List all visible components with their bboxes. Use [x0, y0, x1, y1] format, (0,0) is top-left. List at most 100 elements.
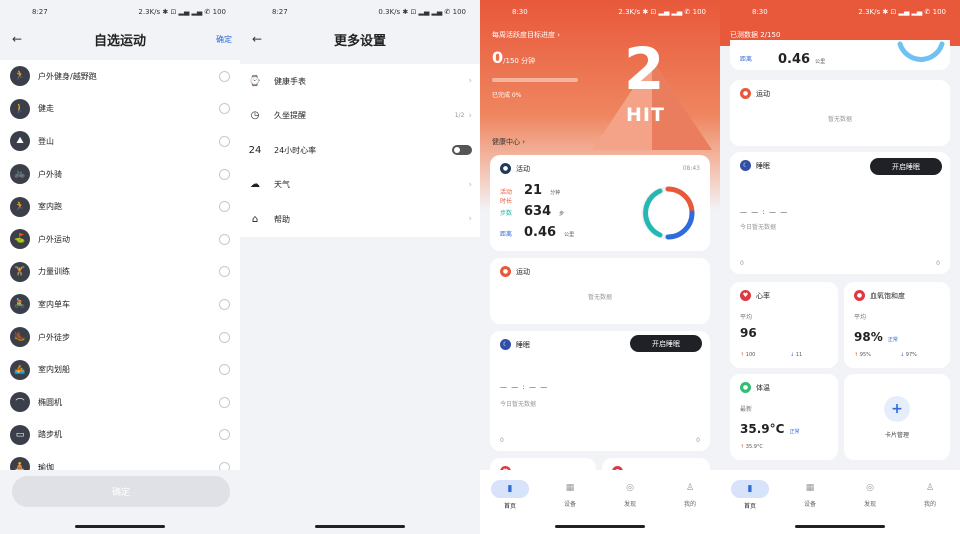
distance-label: 距离 [740, 56, 753, 63]
settings-item[interactable]: ⌂ 帮助 › [240, 202, 480, 237]
sport-list-item[interactable]: ⌒ 椭圆机 [0, 386, 240, 419]
sport-list-item[interactable]: ▭ 踏步机 [0, 419, 240, 452]
plus-icon[interactable]: + [884, 396, 910, 422]
tab-label: 首页 [743, 503, 756, 510]
empty-text: 暂无数据 [827, 116, 852, 123]
back-arrow-icon[interactable]: ← [252, 32, 262, 46]
tab-home[interactable]: ▮ 首页 [490, 480, 530, 510]
sport-list-item[interactable]: 🚶 健走 [0, 93, 240, 126]
goal-value: 0/150 分钟 [492, 48, 536, 67]
sport-card[interactable]: ● 运动 暂无数据 [490, 258, 710, 324]
select-radio[interactable] [219, 364, 230, 376]
select-radio[interactable] [219, 266, 230, 278]
goal-title[interactable]: 每周活跃度目标进度 › [492, 30, 560, 40]
settings-list: ⌚ 健康手表 › ◷ 久坐提醒 1/2 › 24 24小时心率 ☁ 天气 › ⌂ 帮助 › [240, 64, 480, 237]
activity-card-partial[interactable]: 距离 0.46 公里 [730, 40, 950, 70]
tab-discover[interactable]: ◎ 发现 [610, 480, 650, 508]
start-sleep-button[interactable]: 开启睡眠 [870, 158, 942, 175]
settings-item[interactable]: ⌚ 健康手表 › [240, 64, 480, 99]
sleep-card[interactable]: ☾ 睡眠 开启睡眠 — — : — — 今日暂无数据 0 0 [730, 152, 950, 274]
distance-value: 0.46 [778, 52, 811, 67]
sport-list-item[interactable]: ⛰ 登山 [0, 125, 240, 158]
device-tab-icon: ▦ [805, 483, 815, 493]
tab-profile[interactable]: ♙ 我的 [670, 480, 710, 508]
select-radio[interactable] [219, 135, 230, 147]
sport-list-item[interactable]: 🥾 户外徒步 [0, 321, 240, 354]
settings-label: 久坐提醒 [274, 111, 306, 121]
sleep-card[interactable]: ☾ 睡眠 开启睡眠 — — : — — 今日暂无数据 0 0 [490, 331, 710, 451]
select-radio[interactable] [219, 168, 230, 180]
home-indicator[interactable] [795, 525, 885, 528]
select-radio[interactable] [219, 233, 230, 245]
temperature-value: 35.9°C [740, 422, 785, 436]
watch-icon: ⌚ [248, 75, 262, 87]
goal-subtitle: 已完成 0% [492, 92, 522, 99]
sport-list-item[interactable]: ⛳ 户外运动 [0, 223, 240, 256]
tab-discover[interactable]: ◎ 发现 [850, 480, 890, 508]
settings-item[interactable]: 24 24小时心率 [240, 133, 480, 168]
select-radio[interactable] [219, 298, 230, 310]
sleep-icon: ☾ [740, 160, 751, 171]
spo2-card[interactable]: ● 血氧饱和度 平均 98% 正常 ↑ 95% ↓ 97% [844, 282, 950, 368]
sport-name: 力量训练 [38, 267, 70, 277]
tab-device[interactable]: ▦ 设备 [790, 480, 830, 508]
activity-stat-row: 距离 0.46 公里 [500, 225, 574, 240]
metric-label: 平均 [740, 314, 753, 321]
start-sleep-button[interactable]: 开启睡眠 [630, 335, 702, 352]
profile-tab-icon: ♙ [925, 483, 935, 493]
sport-list-item[interactable]: 🏃 室内跑 [0, 190, 240, 223]
manage-cards-card[interactable]: + 卡片管理 [844, 374, 950, 460]
select-radio[interactable] [219, 103, 230, 115]
status-bar: 8:27 0.3K/s ✱ ⊡ ▂▄ ▂▄ ✆ 100 [240, 0, 480, 24]
tab-label: 发现 [863, 501, 876, 508]
status-time: 8:27 [32, 8, 48, 16]
heart-rate-card[interactable]: ♥ 心率 平均 96 ↑ 100 ↓ 11 [730, 282, 838, 368]
tab-profile[interactable]: ♙ 我的 [910, 480, 950, 508]
sport-name: 室内跑 [38, 202, 62, 212]
status-time: 8:30 [512, 8, 528, 16]
card-title: 体温 [756, 383, 770, 392]
select-radio[interactable] [219, 396, 230, 408]
status-indicators: 2.3K/s ✱ ⊡ ▂▄ ▂▄ ✆ 100 [858, 8, 946, 16]
confirm-button[interactable]: 确定 [12, 476, 230, 507]
sleep-duration: — — : — — [500, 383, 549, 391]
tab-label: 设备 [803, 501, 816, 508]
sport-name: 健走 [38, 104, 54, 114]
home-indicator[interactable] [555, 525, 645, 528]
elliptical-icon: ⌒ [10, 392, 30, 413]
more-settings-screen: 8:27 0.3K/s ✱ ⊡ ▂▄ ▂▄ ✆ 100 ← 更多设置 ⌚ 健康手表… [240, 0, 480, 534]
sport-list-item[interactable]: 🚣 室内划船 [0, 353, 240, 386]
confirm-link[interactable]: 确定 [216, 34, 232, 45]
sport-list-item[interactable]: 🏋 力量训练 [0, 256, 240, 289]
activity-card[interactable]: ● 活动 08:43 活动时长 21 分钟 步数 634 步距离 0.46 公里 [490, 155, 710, 251]
select-radio[interactable] [219, 70, 230, 82]
home-icon: ⌂ [251, 213, 259, 225]
axis-end: 0 [936, 260, 940, 267]
section-label[interactable]: 健康中心 › [492, 137, 525, 147]
sport-name: 室内划船 [38, 365, 70, 375]
trek-icon: 🥾 [10, 327, 30, 348]
sport-card[interactable]: ● 运动 暂无数据 [730, 80, 950, 146]
select-radio[interactable] [219, 201, 230, 213]
settings-item[interactable]: ◷ 久坐提醒 1/2 › [240, 99, 480, 134]
select-radio[interactable] [219, 331, 230, 343]
toggle-switch[interactable] [452, 145, 472, 156]
back-arrow-icon[interactable]: ← [12, 32, 22, 46]
sport-name: 登山 [38, 136, 54, 146]
stat-value: 0.46 [524, 225, 557, 240]
sleep-subtitle: 今日暂无数据 [500, 401, 537, 408]
select-radio[interactable] [219, 429, 230, 441]
home-indicator[interactable] [315, 525, 405, 528]
weather-icon: ☁ [250, 179, 260, 191]
home-indicator[interactable] [75, 525, 165, 528]
sport-list-item[interactable]: 🚲 户外骑 [0, 158, 240, 191]
temperature-card[interactable]: ● 体温 最新 35.9°C 正常 ↑ 35.9°C [730, 374, 838, 460]
sport-list-item[interactable]: 🏃 户外健身/越野跑 [0, 60, 240, 93]
tab-device[interactable]: ▦ 设备 [550, 480, 590, 508]
sport-list-item[interactable]: 🚴 室内单车 [0, 288, 240, 321]
settings-item[interactable]: ☁ 天气 › [240, 168, 480, 203]
chevron-right-icon: › [468, 76, 472, 87]
tab-home[interactable]: ▮ 首页 [730, 480, 770, 510]
axis-end: 0 [696, 437, 700, 444]
sleep-duration: — — : — — [740, 208, 789, 216]
